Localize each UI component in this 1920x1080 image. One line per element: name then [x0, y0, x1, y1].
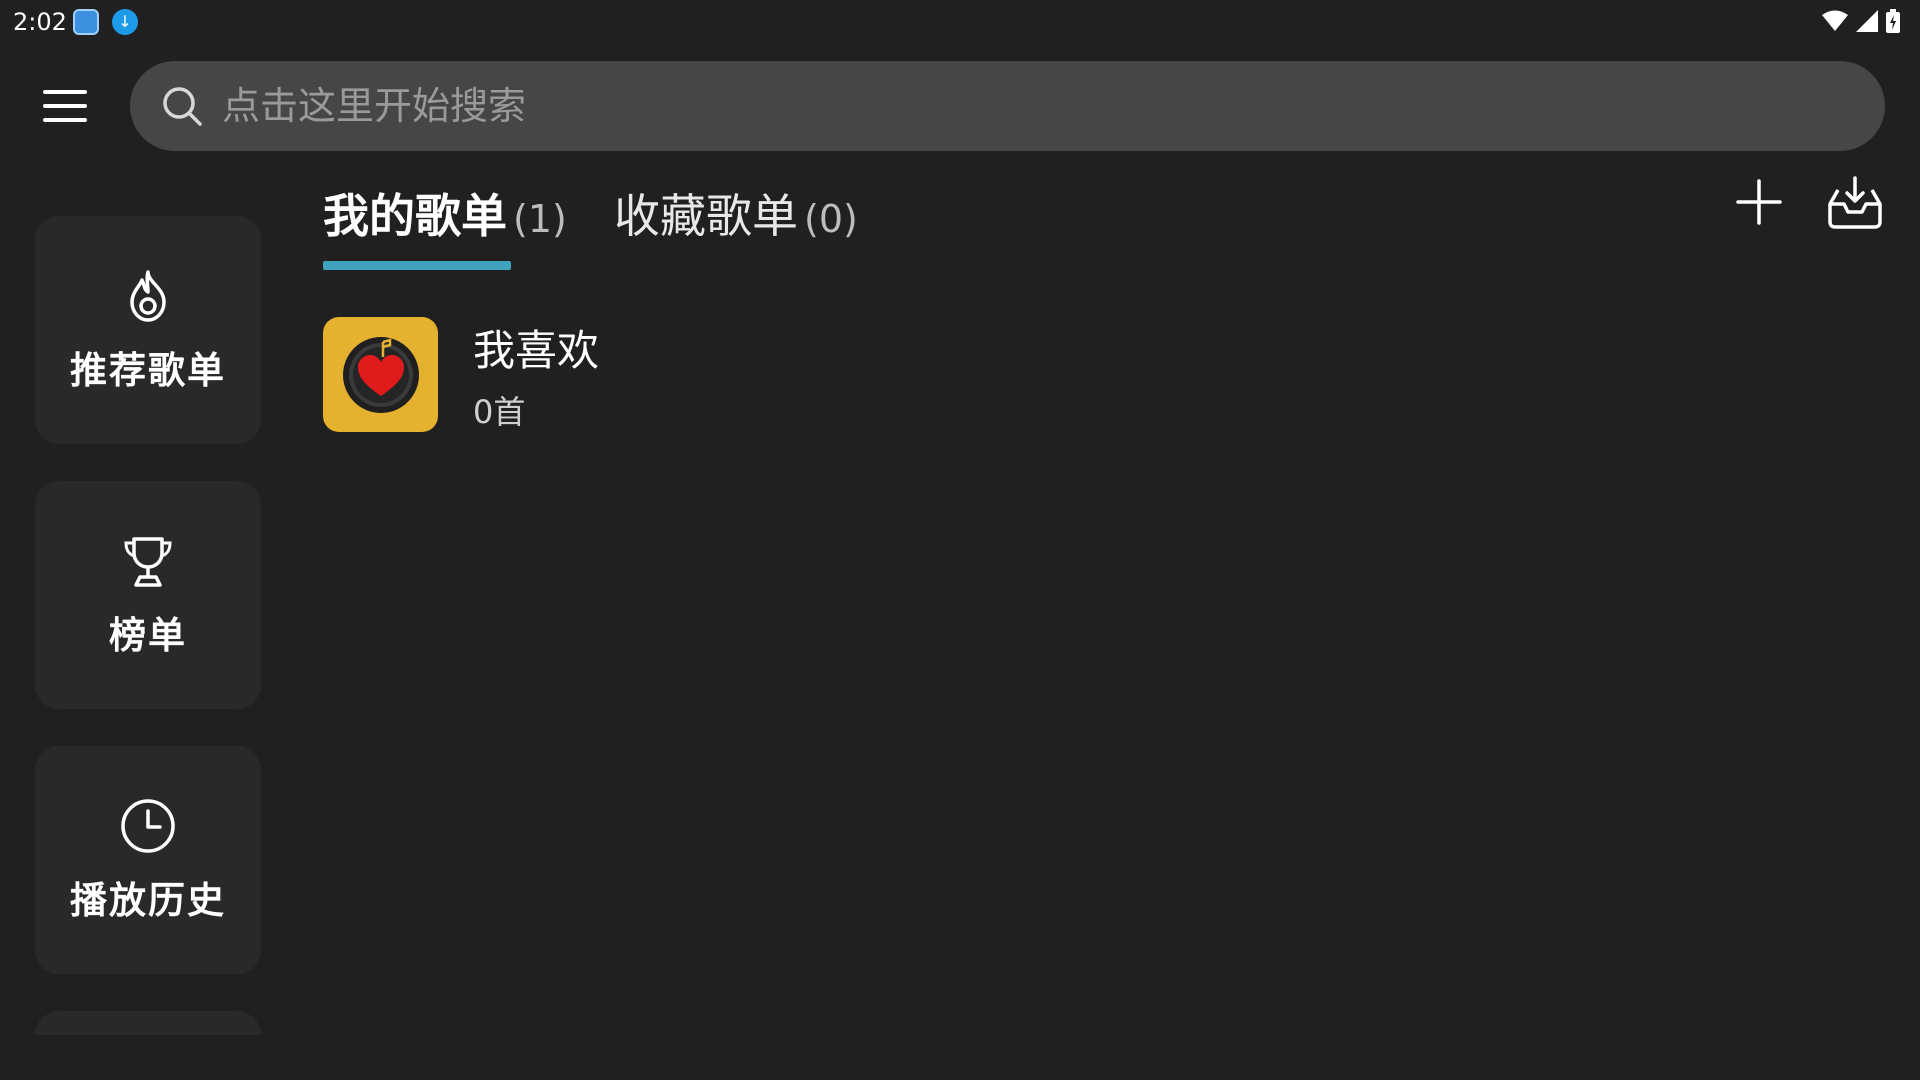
- tab-label: 我的歌单: [323, 189, 507, 243]
- battery-icon: [1886, 9, 1900, 33]
- fire-icon: [130, 270, 166, 322]
- playlist-item[interactable]: 我喜欢 0首: [323, 317, 1883, 433]
- heart-record-icon: [343, 337, 419, 413]
- playlist-title: 我喜欢: [473, 326, 600, 375]
- tab-indicator: [323, 261, 511, 270]
- gallery-app-icon: [73, 9, 99, 35]
- playlist-cover: [323, 317, 438, 432]
- inbox-download-icon[interactable]: [1826, 174, 1884, 230]
- tab-count: (1): [513, 197, 567, 241]
- clock-icon: [121, 799, 175, 853]
- playlist-song-count: 0首: [473, 393, 526, 431]
- nav-label: 榜单: [109, 614, 187, 657]
- tab-label: 收藏歌单: [614, 189, 798, 243]
- nav-card-recommended[interactable]: 推荐歌单: [35, 216, 261, 444]
- menu-button[interactable]: [40, 86, 90, 126]
- tab-my-playlists[interactable]: 我的歌单 (1): [323, 180, 567, 246]
- status-time: 2:02: [13, 8, 67, 36]
- search-bar[interactable]: [130, 61, 1885, 151]
- status-bar: 2:02 ↓: [0, 0, 1920, 44]
- trophy-icon: [124, 537, 172, 587]
- status-indicators: [1822, 8, 1900, 34]
- search-input[interactable]: [222, 79, 1822, 133]
- tab-count: (0): [804, 197, 858, 241]
- nav-label: 播放历史: [70, 879, 226, 922]
- menu-line: [43, 90, 87, 94]
- nav-card-more[interactable]: [35, 1011, 261, 1035]
- download-app-icon: ↓: [112, 9, 138, 35]
- app-root: 2:02 ↓ 点击这里开始搜索 推荐歌单 榜单 播放历史 我的歌单 (1) 收藏…: [0, 0, 1920, 1080]
- plus-icon[interactable]: [1735, 178, 1783, 226]
- nav-card-history[interactable]: 播放历史: [35, 746, 261, 974]
- menu-line: [43, 118, 87, 122]
- menu-line: [43, 104, 87, 108]
- tab-collected-playlists[interactable]: 收藏歌单 (0): [614, 180, 858, 246]
- cell-signal-icon: [1856, 10, 1878, 32]
- wifi-icon: [1822, 10, 1848, 31]
- search-icon: [163, 87, 202, 126]
- nav-card-charts[interactable]: 榜单: [35, 481, 261, 709]
- nav-label: 推荐歌单: [70, 349, 226, 392]
